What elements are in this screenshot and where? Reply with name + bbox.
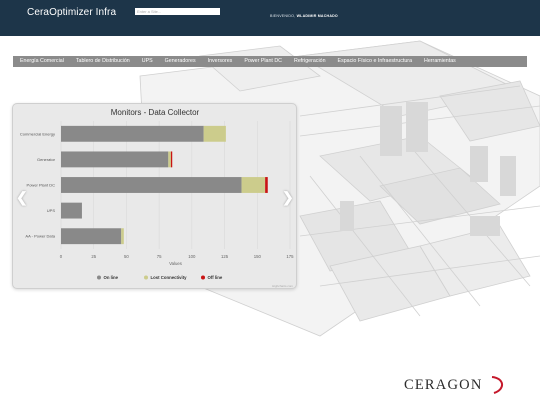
user-name: WLADIMIR MACHADO — [296, 14, 338, 18]
x-tick-label: 75 — [157, 254, 162, 259]
bar-lost-connectivity — [121, 228, 124, 245]
bar-lost-connectivity — [168, 151, 171, 168]
legend-marker — [144, 275, 148, 280]
legend-label: Off line — [208, 275, 223, 280]
nav-item-generadores[interactable]: Generadores — [159, 56, 202, 67]
y-category-label: UPS — [47, 208, 56, 213]
nav-item-ups[interactable]: UPS — [136, 56, 159, 67]
ceragon-logo-image: CERAGON — [404, 376, 503, 394]
x-tick-label: 0 — [60, 254, 63, 259]
bar-lost-connectivity — [203, 125, 226, 142]
monitors-chart-panel: Monitors - Data Collector 0 25 50 75 100 125 15… — [12, 103, 297, 289]
y-category-label: Generator — [37, 157, 56, 162]
nav-item-herramientas[interactable]: Herramientas — [418, 56, 462, 67]
nav-item-inversores[interactable]: Inversores — [202, 56, 239, 67]
monitors-bar-chart: Monitors - Data Collector 0 25 50 75 100 125 15… — [20, 108, 294, 288]
carousel-prev-icon[interactable]: ❮ — [16, 190, 28, 204]
site-search-input[interactable] — [135, 8, 220, 15]
bar-on-line — [61, 228, 122, 245]
app-title: CeraOptimizer Infra — [27, 7, 117, 18]
x-tick-label: 50 — [124, 254, 129, 259]
x-axis-title: Values — [169, 261, 182, 266]
y-category-label: Commercial Energy — [20, 131, 55, 136]
nav-item-energia-comercial[interactable]: Energía Comercial — [13, 56, 70, 67]
legend-marker — [201, 275, 205, 280]
carousel-next-icon[interactable]: ❯ — [282, 190, 294, 204]
logo-wordmark: CERAGON — [404, 377, 483, 393]
legend-label: Lost Connectivity — [151, 275, 188, 280]
x-tick-label: 125 — [221, 254, 229, 259]
bar-on-line — [61, 177, 242, 193]
bar-on-line — [61, 125, 204, 142]
main-nav: Energía Comercial Tablero de Distribució… — [13, 56, 527, 67]
x-tick-label: 100 — [188, 254, 196, 259]
x-tick-label: 150 — [254, 254, 262, 259]
y-category-label: Power Plant DC — [27, 183, 56, 188]
bar-off-line — [170, 151, 173, 168]
welcome-prefix: BIENVENIDO, — [270, 14, 296, 18]
bar-on-line — [61, 151, 169, 168]
nav-item-refrigeracion[interactable]: Refrigeración — [288, 56, 332, 67]
bar-on-line — [61, 202, 82, 219]
nav-item-power-plant-dc[interactable]: Power Plant DC — [238, 56, 288, 67]
legend-marker — [97, 275, 101, 280]
x-tick-label: 175 — [286, 254, 294, 259]
ceragon-logo: CERAGON — [400, 372, 510, 396]
bar-off-line — [265, 177, 268, 193]
y-category-label: AA - Power Data — [25, 234, 55, 239]
legend-label: On line — [104, 275, 119, 280]
nav-item-tablero-distribucion[interactable]: Tablero de Distribución — [70, 56, 136, 67]
nav-item-espacio-fisico[interactable]: Espacio Físico e Infraestructura — [332, 56, 418, 67]
welcome-message: BIENVENIDO, WLADIMIR MACHADO — [270, 14, 338, 18]
chart-title: Monitors - Data Collector — [111, 108, 200, 117]
top-header: CeraOptimizer Infra BIENVENIDO, WLADIMIR… — [0, 0, 540, 36]
bar-lost-connectivity — [241, 177, 266, 193]
chart-credits: Highcharts.com — [272, 284, 293, 288]
x-tick-label: 25 — [91, 254, 96, 259]
